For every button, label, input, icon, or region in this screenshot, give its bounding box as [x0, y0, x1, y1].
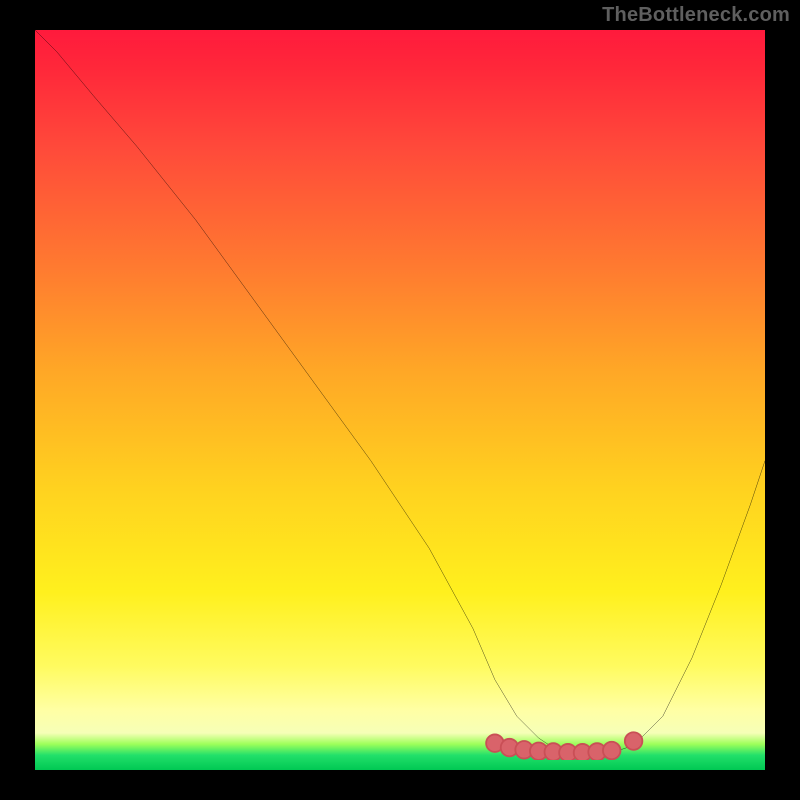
marker-layer [35, 30, 765, 760]
marker-point [625, 732, 643, 750]
marker-point [603, 742, 621, 760]
watermark-text: TheBottleneck.com [602, 4, 790, 27]
plot-area [35, 30, 765, 770]
chart-frame: TheBottleneck.com [0, 0, 800, 800]
marker-group [486, 732, 642, 760]
